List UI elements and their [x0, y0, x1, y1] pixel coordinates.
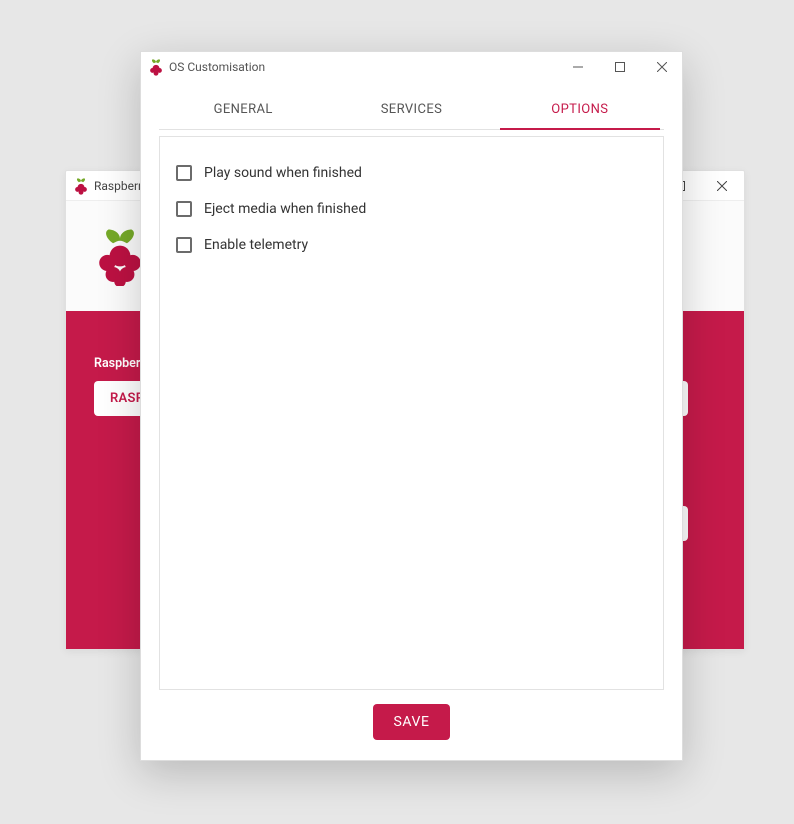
maximize-button[interactable]: [602, 56, 638, 78]
tab-services[interactable]: SERVICES: [327, 90, 495, 129]
dialog-footer: SAVE: [141, 704, 682, 760]
dialog-title: OS Customisation: [169, 60, 265, 74]
close-button[interactable]: [704, 175, 740, 197]
raspberry-pi-icon: [149, 58, 163, 76]
eject-media-label: Eject media when finished: [204, 201, 366, 217]
tab-general[interactable]: GENERAL: [159, 90, 327, 129]
play-sound-checkbox[interactable]: [176, 165, 192, 181]
close-button[interactable]: [644, 56, 680, 78]
dialog-tabs: GENERAL SERVICES OPTIONS: [159, 90, 664, 130]
option-row-play-sound: Play sound when finished: [176, 155, 647, 191]
tab-options[interactable]: OPTIONS: [496, 90, 664, 129]
enable-telemetry-checkbox[interactable]: [176, 237, 192, 253]
play-sound-label: Play sound when finished: [204, 165, 362, 181]
options-panel: Play sound when finished Eject media whe…: [159, 136, 664, 690]
option-row-eject-media: Eject media when finished: [176, 191, 647, 227]
enable-telemetry-label: Enable telemetry: [204, 237, 308, 253]
save-button[interactable]: SAVE: [373, 704, 449, 740]
option-row-enable-telemetry: Enable telemetry: [176, 227, 647, 263]
raspberry-pi-icon: [74, 177, 88, 195]
dialog-titlebar: OS Customisation: [141, 52, 682, 82]
raspberry-pi-logo: [96, 226, 144, 286]
eject-media-checkbox[interactable]: [176, 201, 192, 217]
minimize-button[interactable]: [560, 56, 596, 78]
os-customisation-dialog: OS Customisation GENERAL SERVICES OPTION…: [140, 51, 683, 761]
